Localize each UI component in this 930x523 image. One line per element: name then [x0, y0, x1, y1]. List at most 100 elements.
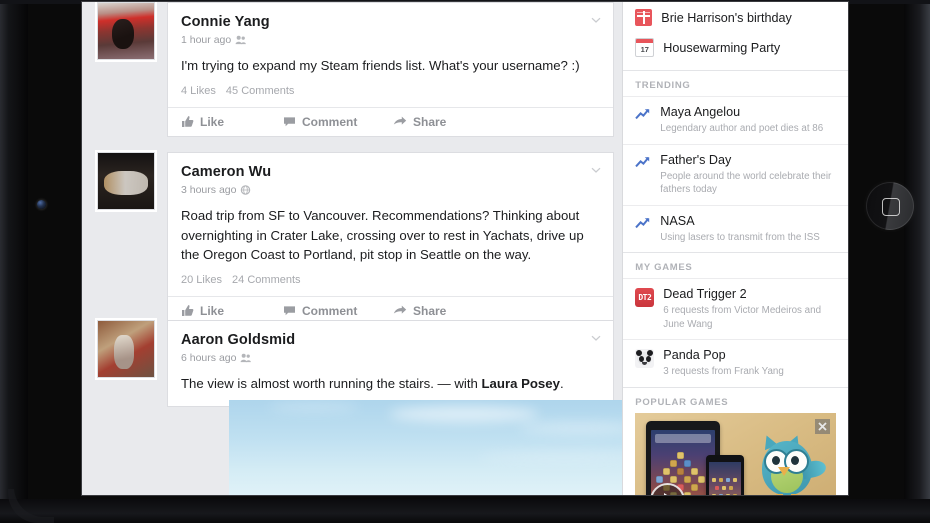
like-label: Like	[200, 303, 225, 318]
game-name: Dead Trigger 2	[663, 287, 747, 301]
calendar-icon: 17	[635, 38, 655, 57]
share-arrow-icon	[393, 116, 407, 125]
trending-title: NASA	[660, 213, 695, 228]
post-timestamp: 6 hours ago	[181, 352, 237, 364]
event-title: Housewarming Party	[663, 40, 781, 55]
trending-arrow-icon	[635, 156, 650, 167]
game-item-dead-trigger-2[interactable]: DT2 Dead Trigger 2 6 requests from Victo…	[623, 278, 848, 339]
avatar[interactable]	[97, 320, 155, 378]
post-message: Road trip from SF to Vancouver. Recommen…	[181, 208, 584, 262]
post-author[interactable]: Cameron Wu	[181, 163, 600, 181]
comment-bubble-icon	[284, 306, 295, 316]
post-card: Cameron Wu 3 hours ago Road trip from SF…	[167, 152, 614, 326]
thumbs-up-icon	[182, 305, 194, 316]
tagged-person-link[interactable]: Laura Posey	[482, 376, 560, 391]
public-globe-icon	[241, 185, 251, 195]
promo-phone-art	[706, 454, 745, 495]
friends-icon	[241, 353, 252, 363]
popular-games-banner[interactable]	[635, 412, 837, 495]
post-card: Aaron Goldsmid 6 hours ago The view is a…	[167, 320, 614, 407]
post-timestamp: 1 hour ago	[181, 34, 232, 46]
post-actions: Like Comment Share	[168, 106, 613, 136]
tablet-screen: Connie Yang 1 hour ago I'm trying to exp…	[82, 2, 848, 495]
post-counts: 20 Likes 24 Comments	[181, 274, 600, 288]
game-name: Panda Pop	[663, 348, 726, 362]
my-games-heading: MY GAMES	[635, 262, 693, 273]
trending-item[interactable]: Maya Angelou Legendary author and poet d…	[623, 96, 848, 144]
bottom-bezel	[0, 499, 930, 523]
trending-subtitle: Using lasers to transmit from the ISS	[660, 231, 820, 243]
event-item-birthday[interactable]: Brie Harrison's birthday	[623, 3, 848, 32]
right-sidebar: Brie Harrison's birthday 17 Housewarming…	[622, 2, 848, 495]
avatar[interactable]	[97, 152, 155, 210]
share-label: Share	[413, 114, 447, 129]
like-count[interactable]: 20 Likes	[181, 274, 222, 286]
events-section: Brie Harrison's birthday 17 Housewarming…	[623, 2, 848, 71]
trending-arrow-icon	[635, 217, 650, 228]
post-author[interactable]: Connie Yang	[181, 13, 600, 31]
panda-pop-icon	[635, 349, 655, 368]
trending-arrow-icon	[635, 108, 650, 120]
dead-trigger-2-icon: DT2	[635, 288, 655, 307]
post-message-prefix: The view is almost worth running the sta…	[181, 376, 482, 391]
news-feed: Connie Yang 1 hour ago I'm trying to exp…	[82, 2, 700, 495]
post-meta: 3 hours ago	[181, 183, 600, 197]
like-button[interactable]: Like	[181, 115, 283, 129]
tablet-device: Connie Yang 1 hour ago I'm trying to exp…	[0, 0, 930, 523]
trending-title: Father's Day	[660, 152, 732, 167]
like-count[interactable]: 4 Likes	[181, 85, 216, 97]
comment-count[interactable]: 45 Comments	[226, 85, 294, 97]
event-item-party[interactable]: 17 Housewarming Party	[623, 32, 848, 63]
trending-section: TRENDING Maya Angelou Legendary author a…	[623, 71, 848, 253]
comment-count[interactable]: 24 Comments	[232, 274, 300, 286]
trending-heading: TRENDING	[635, 80, 691, 91]
post-meta: 1 hour ago	[181, 33, 600, 47]
chevron-down-icon[interactable]	[590, 332, 602, 344]
chevron-down-icon[interactable]	[590, 14, 602, 26]
post-message: I'm trying to expand my Steam friends li…	[181, 58, 580, 73]
chevron-down-icon[interactable]	[590, 164, 602, 176]
right-bezel	[904, 0, 930, 523]
post-timestamp: 3 hours ago	[181, 184, 237, 196]
avatar[interactable]	[97, 2, 155, 60]
gift-icon	[635, 9, 653, 26]
friends-icon	[235, 35, 247, 45]
share-label: Share	[413, 303, 447, 318]
game-icon-text: DT2	[638, 293, 652, 302]
trending-item[interactable]: NASA Using lasers to transmit from the I…	[623, 204, 848, 253]
post-counts: 4 Likes 45 Comments	[181, 85, 600, 99]
comment-label: Comment	[302, 303, 358, 318]
share-button[interactable]: Share	[393, 304, 446, 318]
comment-button[interactable]: Comment	[283, 115, 393, 129]
camera-dot-icon	[37, 200, 46, 209]
home-button-square-icon	[882, 198, 900, 216]
comment-button[interactable]: Comment	[283, 304, 393, 318]
post-meta: 6 hours ago	[181, 351, 600, 365]
trending-subtitle: Legendary author and poet dies at 86	[660, 123, 824, 134]
close-icon[interactable]	[815, 418, 831, 434]
post-message: The view is almost worth running the sta…	[181, 374, 600, 394]
comment-label: Comment	[302, 114, 358, 129]
left-bezel	[0, 0, 28, 523]
trending-item[interactable]: Father's Day People around the world cel…	[623, 143, 848, 205]
trending-title: Maya Angelou	[660, 105, 741, 119]
trending-subtitle: People around the world celebrate their …	[660, 170, 832, 196]
game-requests: 3 requests from Frank Yang	[663, 366, 784, 377]
like-label: Like	[200, 114, 225, 129]
thumbs-up-icon	[182, 116, 194, 127]
popular-games-heading: POPULAR GAMES	[635, 396, 729, 408]
game-item-panda-pop[interactable]: Panda Pop 3 requests from Frank Yang	[623, 339, 848, 387]
home-button[interactable]	[866, 182, 914, 230]
popular-games-section: POPULAR GAMES	[623, 388, 848, 495]
post-author[interactable]: Aaron Goldsmid	[181, 331, 600, 349]
post-message-suffix: .	[559, 376, 564, 391]
like-button[interactable]: Like	[181, 304, 283, 318]
share-arrow-icon	[393, 305, 407, 314]
post-card: Connie Yang 1 hour ago I'm trying to exp…	[167, 2, 614, 137]
my-games-section: MY GAMES DT2 Dead Trigger 2 6 requests f…	[623, 253, 848, 388]
share-button[interactable]: Share	[393, 115, 446, 129]
event-title: Brie Harrison's birthday	[661, 10, 792, 25]
promo-owl-mascot	[744, 431, 830, 495]
game-requests: 6 requests from Victor Medeiros and June…	[663, 305, 822, 330]
comment-bubble-icon	[284, 117, 295, 127]
